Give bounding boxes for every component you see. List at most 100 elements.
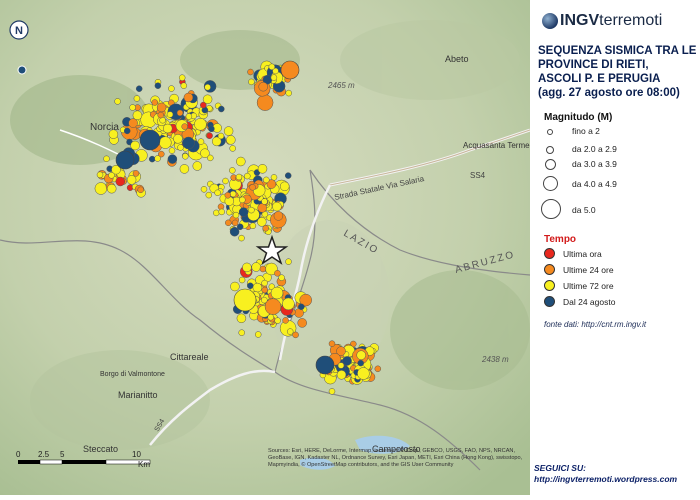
earthquake-marker — [248, 78, 255, 86]
earthquake-marker — [194, 118, 207, 131]
earthquake-marker — [168, 85, 175, 92]
data-source: fonte dati: http://cnt.rm.ingv.it — [544, 320, 647, 329]
earthquake-marker — [238, 207, 249, 217]
earthquake-marker — [222, 177, 229, 185]
magnitude-circle-icon — [545, 159, 556, 170]
place-label: Norcia — [90, 122, 119, 133]
earthquake-marker — [106, 183, 117, 194]
earthquake-marker — [285, 89, 292, 97]
earthquake-marker — [218, 105, 225, 113]
earthquake-marker — [257, 164, 268, 174]
earthquake-marker — [242, 262, 252, 273]
earthquake-marker — [208, 125, 215, 133]
place-label: Cittareale — [170, 352, 209, 362]
earthquake-marker — [133, 95, 141, 102]
earthquake-marker — [151, 99, 159, 106]
earthquake-marker — [94, 182, 108, 195]
earthquake-marker — [263, 176, 270, 184]
title-line: SEQUENZA SISMICA TRA LE — [538, 45, 697, 57]
earthquake-marker — [248, 206, 255, 214]
brand-rest: terremoti — [599, 12, 663, 29]
earthquake-marker — [225, 219, 232, 227]
earthquake-marker — [278, 274, 285, 281]
magnitude-circle-icon — [541, 199, 561, 219]
earthquake-marker — [180, 82, 188, 89]
place-label: Steccato — [83, 444, 118, 454]
magnitude-circle-icon — [546, 146, 554, 154]
earthquake-marker — [238, 276, 246, 284]
earthquake-marker — [223, 126, 234, 136]
time-label: Ultima ora — [563, 248, 602, 259]
elevation-label: 2438 m — [481, 355, 509, 364]
scale-tick: 0 — [16, 450, 21, 459]
follow-link[interactable]: http://ingvterremoti.wordpress.com — [534, 474, 677, 485]
magnitude-label: da 2.0 a 2.9 — [572, 144, 617, 154]
earthquake-marker — [238, 329, 245, 336]
earthquake-marker — [315, 355, 335, 375]
earthquake-marker — [356, 350, 366, 360]
earthquake-marker — [264, 298, 282, 315]
magnitude-circle-icon — [543, 176, 558, 191]
place-label: Borgo di Valmontone — [100, 371, 165, 378]
earthquake-marker — [200, 148, 210, 158]
time-dot-icon — [544, 248, 555, 259]
time-item: Ultima ora — [544, 248, 602, 259]
time-label: Dal 24 agosto — [563, 296, 616, 307]
earthquake-marker — [251, 262, 261, 272]
earthquake-marker — [159, 136, 172, 149]
earthquake-marker — [285, 258, 292, 265]
time-dot-icon — [544, 264, 555, 275]
earthquake-marker — [239, 196, 246, 204]
earthquake-marker — [156, 102, 167, 113]
earthquake-marker — [129, 104, 136, 111]
magnitude-item: da 5.0 — [530, 198, 690, 222]
earthquake-marker — [328, 340, 336, 347]
scale-unit: Km — [138, 460, 150, 469]
earthquake-marker — [135, 85, 143, 92]
earthquake-marker — [247, 68, 254, 76]
earthquake-marker — [235, 173, 243, 181]
earthquake-marker — [282, 297, 295, 311]
earthquake-marker — [166, 111, 174, 118]
earthquake-marker — [192, 161, 203, 171]
earthquake-marker — [274, 317, 281, 324]
earthquake-marker — [286, 328, 294, 335]
earthquake-marker — [126, 175, 137, 185]
map-title: SEQUENZA SISMICA TRA LE PROVINCE DI RIET… — [538, 44, 700, 100]
earthquake-marker — [249, 184, 256, 191]
earthquake-marker — [247, 282, 254, 290]
earthquake-marker — [292, 331, 299, 339]
earthquake-marker — [252, 282, 263, 293]
earthquake-marker — [270, 74, 278, 81]
earthquake-marker — [108, 172, 115, 179]
earthquake-marker — [213, 209, 220, 217]
earthquake-marker — [115, 176, 126, 187]
map-canvas: Norcia Abeto Acquasanta Terme Cittareale… — [0, 0, 531, 495]
brand-bold: INGV — [560, 12, 600, 29]
earthquake-marker — [267, 313, 274, 321]
earthquake-marker — [181, 123, 188, 130]
earthquake-marker — [229, 190, 237, 198]
earthquake-marker — [206, 132, 213, 139]
time-dot-icon — [544, 280, 555, 291]
earthquake-marker — [204, 83, 211, 91]
earthquake-marker — [238, 234, 245, 242]
scale-tick: 10 — [132, 450, 141, 459]
earthquake-marker — [154, 82, 162, 89]
magnitude-label: da 4.0 a 4.9 — [572, 179, 617, 189]
earthquake-marker — [167, 154, 178, 164]
earthquake-marker — [173, 134, 183, 144]
earthquake-marker — [128, 118, 138, 128]
edge-marker — [17, 65, 27, 75]
earthquake-marker — [342, 356, 352, 366]
earthquake-marker — [236, 313, 247, 324]
magnitude-circle-icon — [547, 129, 553, 135]
earthquake-marker — [132, 110, 143, 121]
earthquake-marker — [231, 219, 239, 227]
earthquake-marker — [258, 81, 268, 92]
earthquake-marker — [139, 129, 161, 151]
time-label: Ultime 72 ore — [563, 280, 614, 291]
earthquake-marker — [279, 181, 290, 192]
magnitude-heading: Magnitudo (M) — [544, 112, 613, 123]
earthquake-marker — [168, 147, 176, 154]
